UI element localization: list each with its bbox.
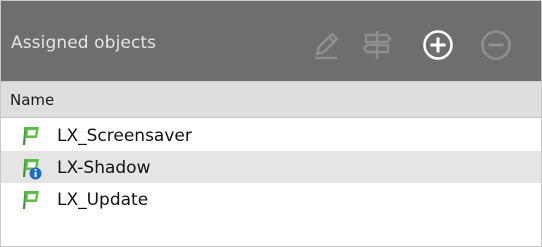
panel-title: Assigned objects (11, 33, 157, 53)
info-badge-icon (29, 167, 42, 180)
pencil-icon (315, 32, 339, 60)
minus-circle-icon (481, 30, 511, 60)
signpost-button[interactable] (357, 25, 397, 65)
edit-button[interactable] (306, 25, 346, 65)
column-header-name[interactable]: Name (1, 81, 541, 118)
list-item-label: LX-Shadow (57, 158, 151, 178)
list-item-label: LX_Update (57, 190, 149, 210)
plus-circle-icon (423, 30, 453, 60)
column-header-label: Name (10, 91, 55, 109)
list-item[interactable]: LX_Update (1, 183, 541, 215)
object-list: LX_Screensaver LX-Shadow LX_Update (1, 119, 541, 215)
panel-header: Assigned objects (1, 1, 541, 81)
add-button[interactable] (418, 25, 458, 65)
green-flag-icon (22, 126, 39, 146)
list-item[interactable]: LX-Shadow (1, 151, 541, 183)
assigned-objects-panel: Assigned objects Name LX_Screensaver LX-… (0, 0, 542, 247)
green-flag-icon (22, 158, 42, 180)
signpost-icon (362, 31, 392, 59)
green-flag-icon (22, 190, 39, 210)
list-item[interactable]: LX_Screensaver (1, 119, 541, 151)
list-item-label: LX_Screensaver (57, 126, 192, 146)
remove-button[interactable] (476, 25, 516, 65)
